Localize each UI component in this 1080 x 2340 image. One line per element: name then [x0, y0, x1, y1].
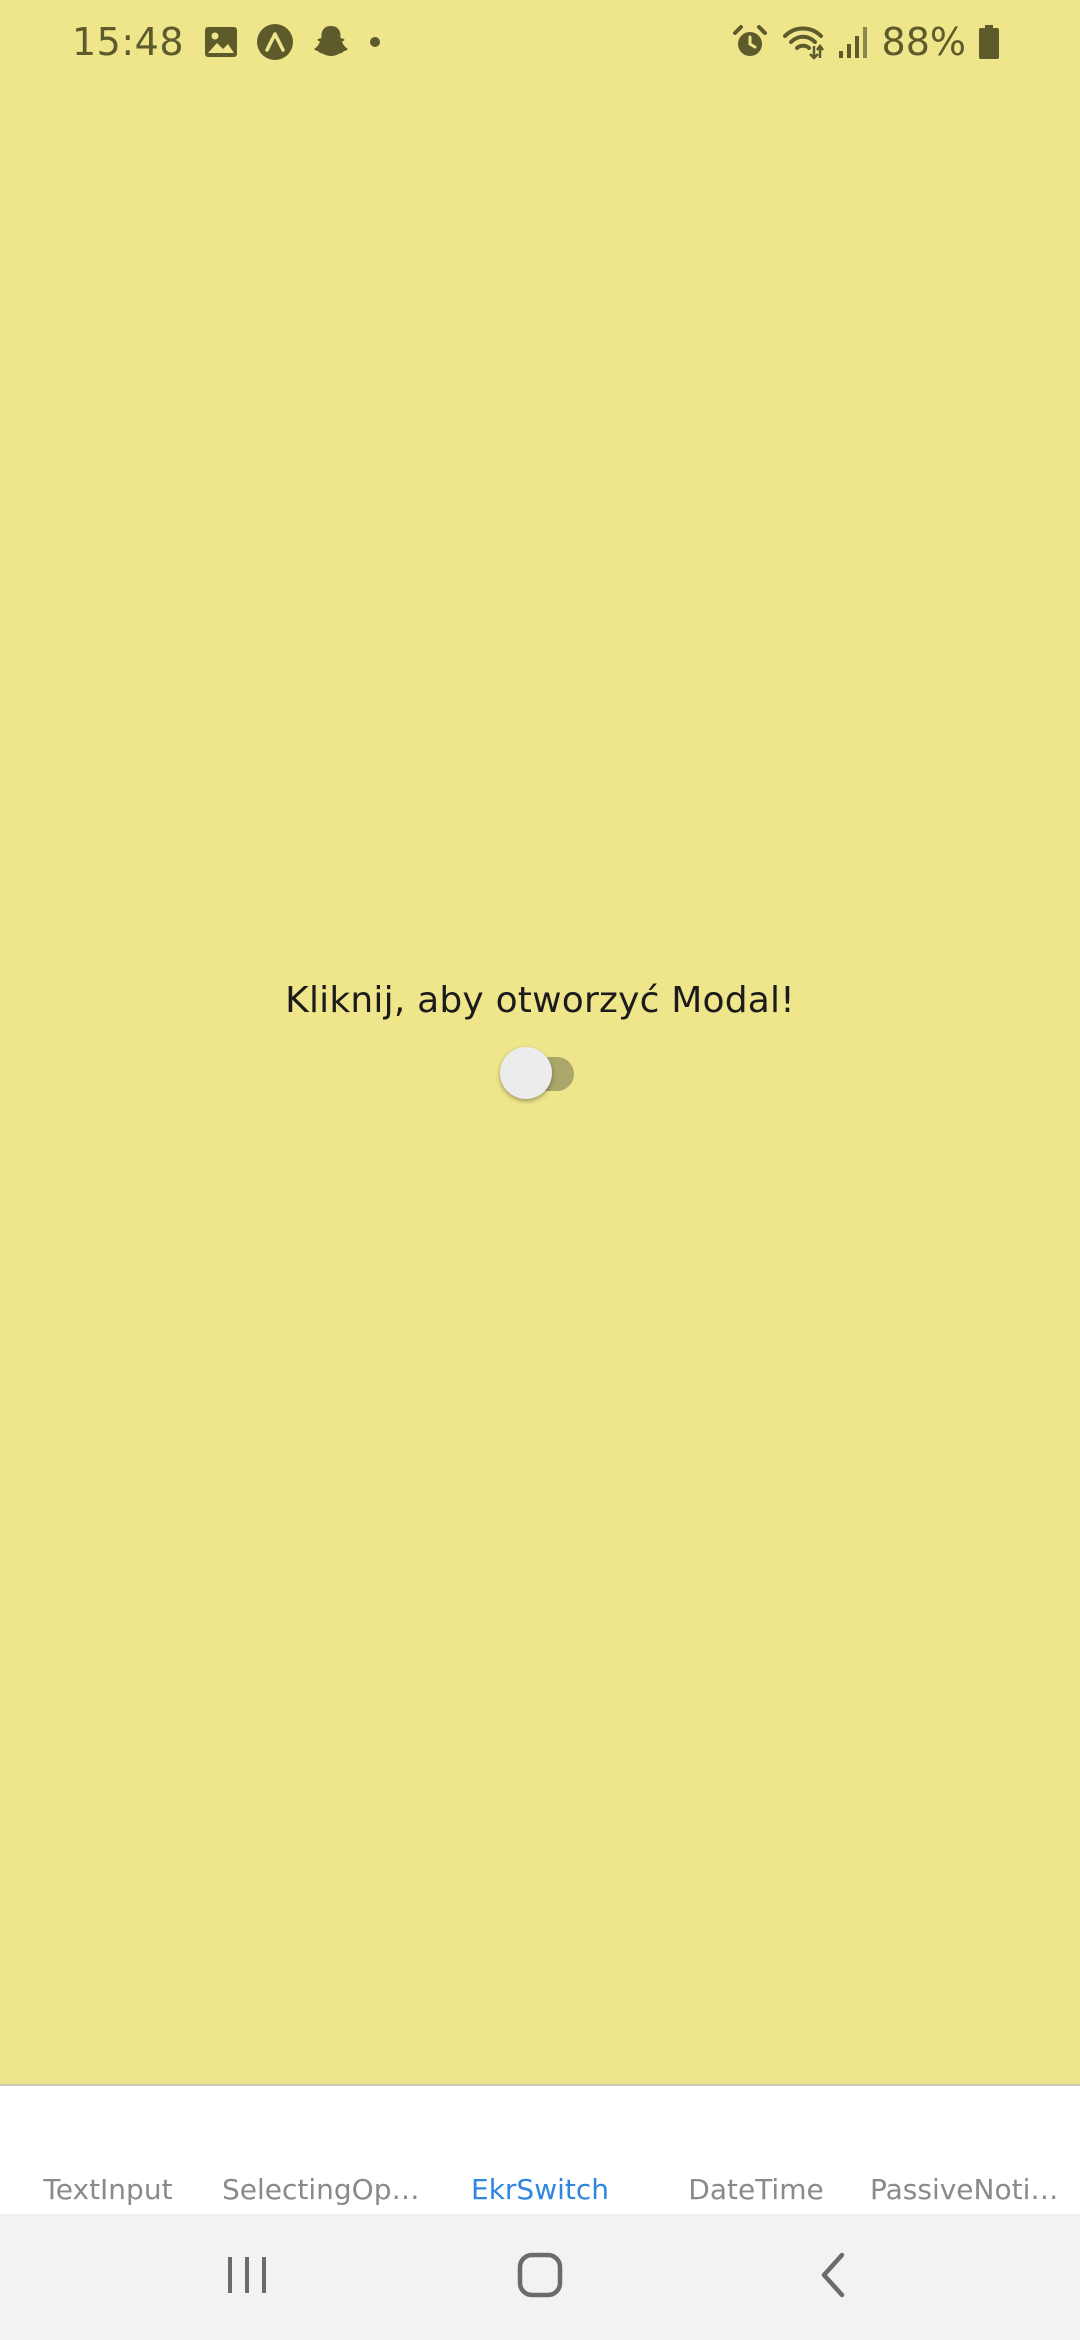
tab-passive-notifications[interactable]: PassiveNotific... [864, 2173, 1080, 2214]
recent-apps-icon [225, 2255, 269, 2299]
switch-thumb [499, 1047, 552, 1099]
dot-icon [368, 35, 382, 49]
main-content: Kliknij, aby otworzyć Modal! [0, 980, 1080, 1099]
recent-apps-button[interactable] [192, 2237, 302, 2317]
snapchat-icon [312, 23, 350, 61]
wifi-icon [782, 24, 824, 60]
signal-icon [838, 25, 868, 59]
tab-textinput[interactable]: TextInput [0, 2173, 216, 2214]
bottom-tab-bar: TextInput SelectingOpti... EkrSwitch Dat… [0, 2084, 1080, 2214]
battery-icon [978, 24, 1000, 60]
image-icon [204, 26, 238, 58]
app-screen: 15:48 88% Kliknij, aby otworzyć Modal! T… [0, 0, 1080, 2340]
modal-prompt-text: Kliknij, aby otworzyć Modal! [285, 980, 795, 1021]
back-button[interactable] [778, 2237, 888, 2317]
status-bar: 15:48 88% [0, 0, 1080, 84]
status-time: 15:48 [72, 20, 185, 64]
tab-ekrswitch[interactable]: EkrSwitch [432, 2173, 648, 2214]
status-left: 15:48 [72, 20, 400, 64]
alarm-icon [732, 24, 768, 60]
back-icon [818, 2252, 848, 2302]
expo-icon [256, 23, 294, 61]
home-icon [517, 2252, 563, 2302]
tab-selecting-options[interactable]: SelectingOpti... [216, 2173, 432, 2214]
battery-percent: 88% [881, 20, 966, 64]
system-nav-bar [0, 2214, 1080, 2340]
modal-switch[interactable] [499, 1043, 586, 1099]
home-button[interactable] [485, 2237, 595, 2317]
tab-datetime[interactable]: DateTime [648, 2173, 864, 2214]
status-right: 88% [732, 20, 1014, 64]
